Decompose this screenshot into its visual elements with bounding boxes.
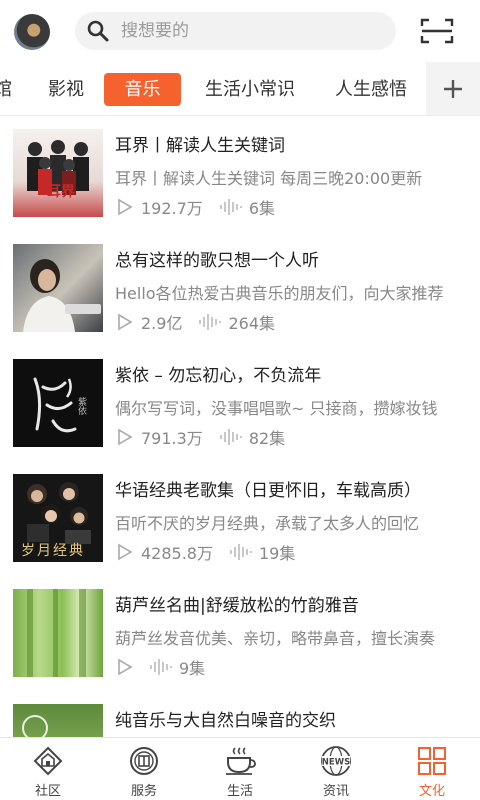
item-stats: 2.9亿 264集 [117, 311, 275, 333]
service-icon [126, 744, 162, 778]
search-input[interactable] [121, 21, 371, 41]
plus-icon[interactable] [426, 62, 480, 115]
album-cover: 耳界 [13, 129, 103, 217]
album-cover [13, 589, 103, 677]
nav-community[interactable]: 社区 [0, 738, 96, 800]
scan-icon[interactable] [420, 17, 454, 45]
album-cover [13, 244, 103, 332]
album-cover-text: 岁月经典 [21, 543, 85, 559]
search-box[interactable] [75, 12, 396, 50]
item-stats: 4285.8万 19集 [117, 541, 295, 563]
item-title: 紫依 – 勿忘初心，不负流年 [115, 366, 322, 386]
tab-life-insights[interactable]: 人生感悟 [324, 73, 418, 106]
community-icon [30, 744, 66, 778]
bottom-navigation: 社区 服务 生活 NEWS 资讯 文化 [0, 737, 480, 800]
album-list: 耳界 耳界丨解读人生关键词 耳界丨解读人生关键词 每周三晚20:00更新 192… [0, 117, 480, 737]
tab-film[interactable]: 影视 [38, 73, 94, 106]
list-item[interactable]: 紫依 紫依 – 勿忘初心，不负流年 偶尔写写词，没事唱唱歌~ 只接商，攒嫁妆钱 … [0, 347, 480, 462]
album-cover-text: 耳界 [47, 184, 75, 200]
nav-label: 社区 [34, 784, 61, 799]
list-item[interactable]: 纯音乐与大自然白噪音的交织 [0, 692, 480, 737]
category-tabs: 馆 影视 音乐 生活小常识 人生感悟 [0, 62, 480, 116]
episodes-icon [199, 314, 222, 330]
search-icon [75, 12, 121, 50]
tab-life-tips[interactable]: 生活小常识 [195, 73, 305, 106]
episode-count: 19集 [259, 544, 296, 563]
item-title: 华语经典老歌集（日更怀旧，车载高质） [115, 481, 421, 501]
item-description: 偶尔写写词，没事唱唱歌~ 只接商，攒嫁妆钱 [115, 399, 438, 418]
culture-grid-icon [414, 744, 450, 778]
item-description: Hello各位热爱古典音乐的朋友们，向大家推荐 [115, 284, 444, 303]
album-cover: 岁月经典 [13, 474, 103, 562]
avatar[interactable] [14, 14, 50, 50]
list-item[interactable]: 岁月经典 华语经典老歌集（日更怀旧，车载高质） 百听不厌的岁月经典，承载了太多人… [0, 462, 480, 577]
list-item[interactable]: 耳界 耳界丨解读人生关键词 耳界丨解读人生关键词 每周三晚20:00更新 192… [0, 117, 480, 232]
item-title: 纯音乐与大自然白噪音的交织 [115, 711, 336, 731]
nav-label: 资讯 [322, 784, 349, 799]
album-cover [13, 704, 103, 737]
news-icon: NEWS [318, 744, 354, 778]
album-cover: 紫依 [13, 359, 103, 447]
play-count-icon [118, 198, 133, 216]
nav-culture[interactable]: 文化 [384, 738, 480, 800]
nav-label: 生活 [226, 784, 253, 799]
play-count: 192.7万 [141, 199, 203, 218]
nav-label: 文化 [418, 784, 445, 799]
play-count-icon [118, 428, 133, 446]
play-count-icon [118, 543, 133, 561]
tab-music[interactable]: 音乐 [104, 73, 181, 106]
nav-label: 服务 [130, 784, 157, 799]
coffee-icon [222, 744, 258, 778]
item-description: 耳界丨解读人生关键词 每周三晚20:00更新 [115, 169, 423, 188]
list-item[interactable]: 总有这样的歌只想一个人听 Hello各位热爱古典音乐的朋友们，向大家推荐 2.9… [0, 232, 480, 347]
episodes-icon [150, 659, 172, 675]
episode-count: 6集 [248, 199, 275, 218]
list-item[interactable]: 葫芦丝名曲|舒缓放松的竹韵雅音 葫芦丝发音优美、亲切，略带鼻音，擅长演奏 9集 [0, 577, 480, 692]
item-title: 总有这样的歌只想一个人听 [115, 251, 319, 271]
item-stats: 192.7万 6集 [117, 196, 275, 218]
nav-life[interactable]: 生活 [192, 738, 288, 800]
item-stats: 9集 [117, 656, 205, 678]
item-title: 葫芦丝名曲|舒缓放松的竹韵雅音 [115, 596, 359, 616]
top-bar [0, 0, 480, 62]
episode-count: 264集 [228, 314, 275, 333]
play-count-icon [118, 658, 133, 676]
nav-service[interactable]: 服务 [96, 738, 192, 800]
episode-count: 9集 [179, 659, 206, 678]
tab-partial[interactable]: 馆 [0, 73, 18, 106]
episode-count: 82集 [248, 429, 286, 448]
item-description: 葫芦丝发音优美、亲切，略带鼻音，擅长演奏 [115, 629, 436, 648]
play-count: 4285.8万 [141, 544, 213, 563]
item-title: 耳界丨解读人生关键词 [115, 136, 285, 156]
episodes-icon [220, 199, 242, 215]
episodes-icon [230, 544, 252, 560]
play-count: 791.3万 [141, 429, 203, 448]
album-cover-text: 紫依 [76, 397, 86, 415]
item-description: 百听不厌的岁月经典，承载了太多人的回忆 [115, 514, 420, 533]
episodes-icon [220, 429, 242, 445]
play-count: 2.9亿 [141, 314, 183, 333]
item-stats: 791.3万 82集 [117, 426, 285, 448]
svg-text:NEWS: NEWS [322, 758, 350, 768]
nav-news[interactable]: NEWS 资讯 [288, 738, 384, 800]
play-count-icon [118, 313, 133, 331]
